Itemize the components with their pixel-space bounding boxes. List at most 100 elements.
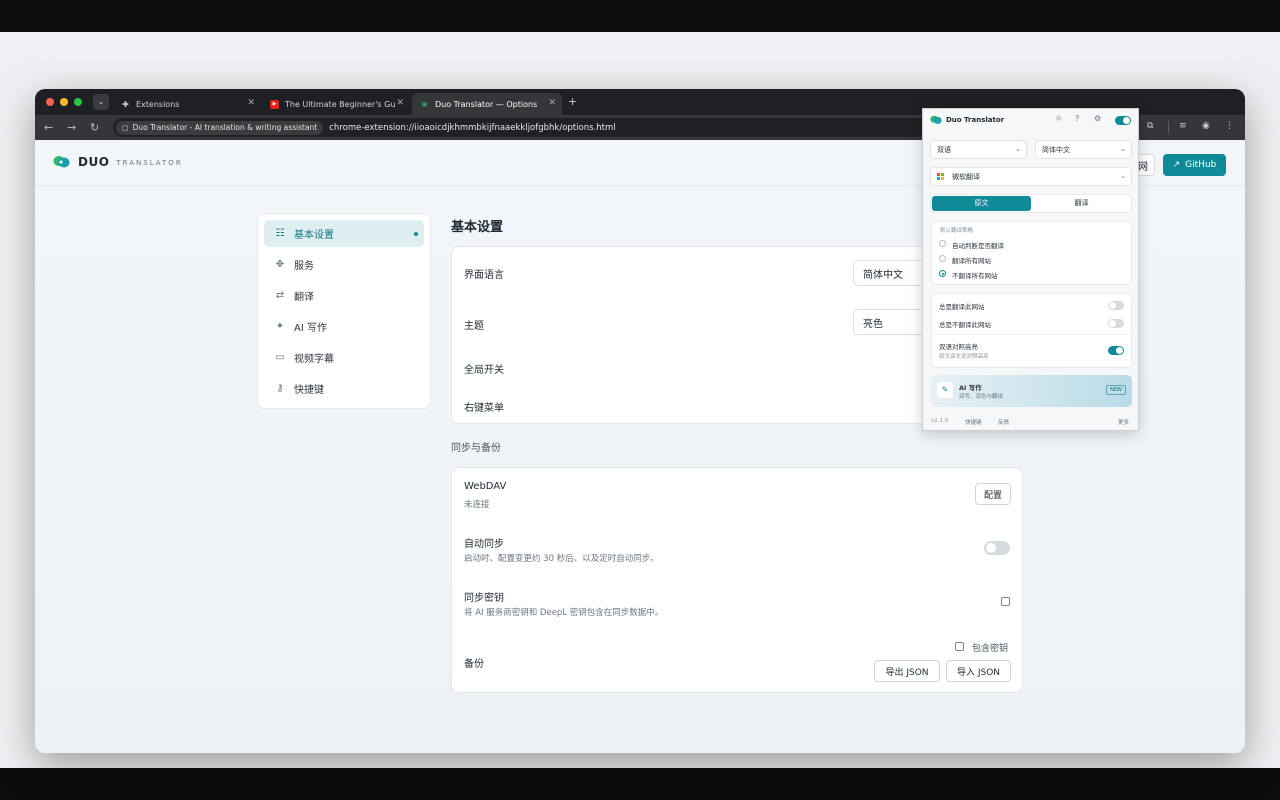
profile-icon[interactable]: ◉ <box>1202 121 1210 131</box>
never-translate-site-label: 总是不翻译此网站 <box>939 321 991 329</box>
tab-youtube-video[interactable]: ▶ The Ultimate Beginner's Guid ✕ <box>262 93 410 115</box>
rule-radio-all[interactable] <box>939 255 946 262</box>
close-tab-icon[interactable]: ✕ <box>396 98 404 108</box>
bilingual-highlight-description: 原文译文逐对照高亮 <box>939 354 989 360</box>
theme-value: 亮色 <box>863 318 883 330</box>
target-language-select[interactable]: 简体中文 ⌄ <box>1035 140 1132 159</box>
extension-popup: Duo Translator ☼ ? ⚙ 双语 ⌄ 简体中文 ⌄ 微软翻译 ⌄ … <box>922 108 1139 431</box>
sidebar-item-basic-settings[interactable]: ☷ 基本设置 <box>264 220 424 247</box>
translation-service-select[interactable]: 微软翻译 ⌄ <box>930 167 1132 186</box>
close-tab-icon[interactable]: ✕ <box>247 98 255 108</box>
footer-more-link[interactable]: 更多 <box>1118 418 1129 426</box>
sidebar-item-ai-writing[interactable]: ✦ AI 写作 <box>264 313 424 340</box>
sidebar-item-video-subtitles[interactable]: ▭ 视频字幕 <box>264 344 424 371</box>
chevron-down-icon: ⌄ <box>1120 172 1126 180</box>
sidebar-item-label: AI 写作 <box>294 323 327 334</box>
ai-writing-card[interactable]: ✎ AI 写作 润写、润色与翻译 NEW <box>931 375 1132 407</box>
github-button[interactable]: ↗ GitHub <box>1163 154 1226 176</box>
bilingual-highlight-toggle[interactable] <box>1108 346 1124 355</box>
sparkle-icon: ✦ <box>275 321 285 332</box>
help-icon[interactable]: ? <box>1075 114 1079 123</box>
version-text: v2.1.0 <box>931 418 949 424</box>
include-keys-checkbox[interactable] <box>955 642 964 651</box>
rule-radio-none[interactable] <box>939 270 946 277</box>
theme-label: 主题 <box>464 321 484 332</box>
footer-feedback-link[interactable]: 反馈 <box>998 418 1009 426</box>
duo-logo-icon: ❀ <box>421 99 428 109</box>
popup-title: Duo Translator <box>946 116 1005 124</box>
sync-keys-checkbox[interactable] <box>1001 597 1010 606</box>
auto-sync-toggle[interactable] <box>984 541 1010 555</box>
tab-search-chevron-icon[interactable]: ⌄ <box>93 94 109 110</box>
microsoft-logo-icon <box>937 173 944 180</box>
webdav-configure-button[interactable]: 配置 <box>975 483 1011 505</box>
forward-icon[interactable]: → <box>67 121 76 134</box>
tab-extensions[interactable]: ✚ Extensions ✕ <box>113 93 261 115</box>
github-button-label: GitHub <box>1185 160 1217 170</box>
site-info-chip[interactable]: ▢ Duo Translator - AI translation & writ… <box>116 120 324 135</box>
page-title: 基本设置 <box>451 220 504 235</box>
sidebar-item-label: 服务 <box>294 261 314 272</box>
divider <box>932 334 1131 335</box>
back-icon[interactable]: ← <box>44 121 53 134</box>
chevron-down-icon: ⌄ <box>1120 145 1126 153</box>
never-translate-site-toggle[interactable] <box>1108 319 1124 328</box>
tab-duo-options[interactable]: ❀ Duo Translator — Options ✕ <box>412 93 562 115</box>
import-json-button[interactable]: 导入 JSON <box>946 660 1011 682</box>
site-rules-box: 总是翻译此网站 总是不翻译此网站 双语对照高亮 原文译文逐对照高亮 <box>931 293 1132 368</box>
popup-enable-toggle[interactable] <box>1115 116 1131 125</box>
ui-language-value: 简体中文 <box>863 269 903 281</box>
duo-logo-icon <box>53 156 70 168</box>
segment-translated[interactable]: 翻译 <box>1032 196 1131 211</box>
rule-radio-auto[interactable] <box>939 240 946 247</box>
target-language-value: 简体中文 <box>1042 145 1070 154</box>
include-keys-label: 包含密钥 <box>972 644 1009 654</box>
services-icon: ✥ <box>275 259 285 270</box>
export-json-label: 导出 JSON <box>885 667 929 678</box>
youtube-icon: ▶ <box>270 99 279 109</box>
ui-language-label: 界面语言 <box>464 270 504 281</box>
reading-list-icon[interactable]: ≡ <box>1179 121 1187 131</box>
new-tab-button[interactable]: + <box>568 95 577 108</box>
sync-section-title: 同步与备份 <box>451 443 501 454</box>
brand-subtitle: TRANSLATOR <box>116 159 183 167</box>
desktop-backdrop: ⌄ ✚ Extensions ✕ ▶ The Ultimate Beginner… <box>0 32 1280 768</box>
maximize-window-button[interactable] <box>74 98 82 106</box>
mode-select-value: 双语 <box>937 145 951 154</box>
import-json-label: 导入 JSON <box>956 667 1001 678</box>
minimize-window-button[interactable] <box>60 98 68 106</box>
global-switch-label: 全局开关 <box>464 365 504 376</box>
new-badge: NEW <box>1106 385 1126 395</box>
always-translate-site-toggle[interactable] <box>1108 301 1124 310</box>
settings-sidebar: ☷ 基本设置 ✥ 服务 ⇄ 翻译 ✦ AI 写作 ▭ 视频字幕 ⚷ 快捷键 <box>257 213 431 409</box>
rule-label-none: 不翻译所有网站 <box>952 272 998 280</box>
reload-icon[interactable]: ↻ <box>90 121 99 134</box>
always-translate-site-label: 总是翻译此网站 <box>939 303 985 311</box>
subtitle-icon: ▭ <box>275 352 285 363</box>
mode-select[interactable]: 双语 ⌄ <box>930 140 1027 159</box>
segment-translated-label: 翻译 <box>1074 199 1089 207</box>
menu-kebab-icon[interactable]: ⋮ <box>1225 121 1234 131</box>
extensions-puzzle-icon[interactable]: ⧉ <box>1147 121 1153 131</box>
theme-sun-icon[interactable]: ☼ <box>1055 114 1062 123</box>
extension-page-icon: ▢ <box>122 123 129 132</box>
url-text: chrome-extension://iioaoicdjkhmmbkijfnaa… <box>329 122 616 133</box>
footer-shortcuts-link[interactable]: 快捷键 <box>965 418 982 426</box>
sidebar-item-shortcuts[interactable]: ⚷ 快捷键 <box>264 375 424 402</box>
export-json-button[interactable]: 导出 JSON <box>874 660 940 682</box>
sidebar-item-services[interactable]: ✥ 服务 <box>264 251 424 278</box>
settings-gear-icon[interactable]: ⚙ <box>1094 114 1101 123</box>
pencil-icon: ✎ <box>937 382 953 398</box>
close-tab-icon[interactable]: ✕ <box>548 98 556 108</box>
language-button-label: 网 <box>1138 161 1148 173</box>
sidebar-item-label: 翻译 <box>294 292 314 303</box>
sidebar-item-translation[interactable]: ⇄ 翻译 <box>264 282 424 309</box>
rule-label-all: 翻译所有网站 <box>952 257 991 265</box>
active-indicator-dot <box>414 232 418 236</box>
chevron-down-icon: ⌄ <box>1015 145 1021 153</box>
external-link-icon: ↗ <box>1172 160 1181 170</box>
segment-original[interactable]: 原文 <box>932 196 1031 211</box>
webdav-status: 未连接 <box>464 500 490 510</box>
close-window-button[interactable] <box>46 98 54 106</box>
ai-writing-title: AI 写作 <box>959 384 982 392</box>
